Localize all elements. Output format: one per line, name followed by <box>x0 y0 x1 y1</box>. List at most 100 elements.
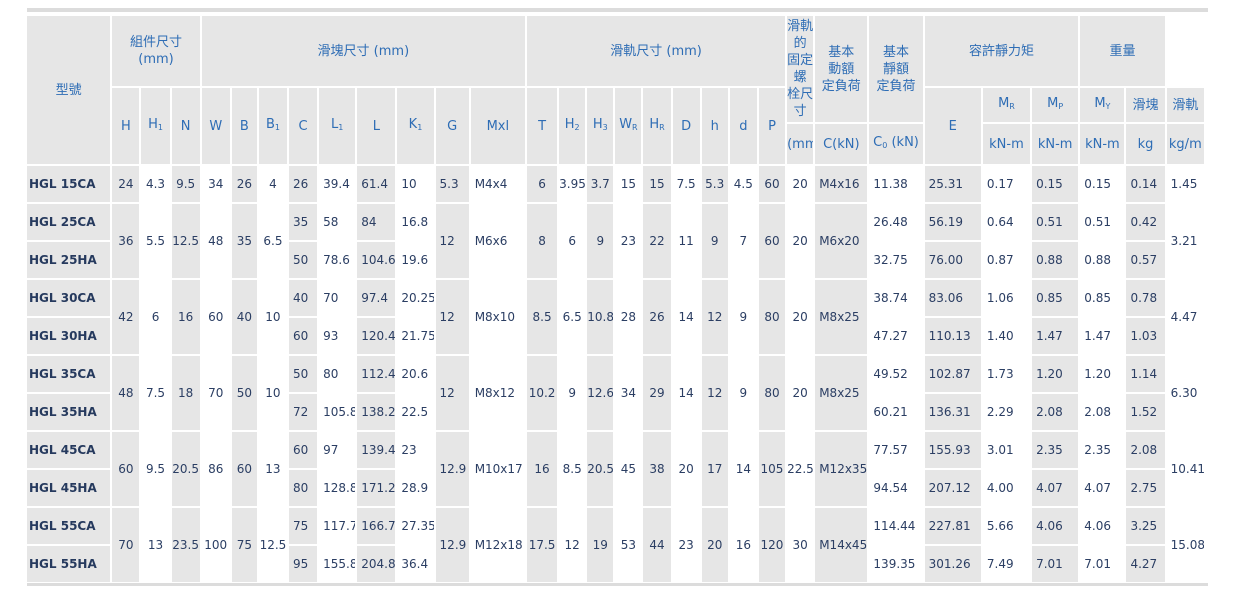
cell-h: 9 <box>701 204 728 278</box>
cell-mp: 1.47 <box>1032 318 1079 354</box>
col-h: h <box>701 88 728 164</box>
cell-mr: 0.87 <box>982 242 1031 278</box>
cell-b1: 4 <box>258 166 287 202</box>
col-N: N <box>171 88 200 164</box>
cell-h1: 6 <box>141 280 170 354</box>
cell-h3: 19 <box>587 508 614 582</box>
cell-ck: 114.44 <box>869 508 923 544</box>
cell-e: 20 <box>787 280 814 354</box>
cell-bolt: M8x25 <box>815 280 868 354</box>
cell-d: 4.5 <box>729 166 757 202</box>
cell-m: M12x18 <box>470 508 525 582</box>
cell-p: 60 <box>758 204 786 278</box>
cell-bolt: M12x35 <box>815 432 868 506</box>
cell-wr: 53 <box>615 508 642 582</box>
col-P: P <box>758 88 786 164</box>
cell-h: 20 <box>701 508 728 582</box>
cell-n: 20.5 <box>171 432 200 506</box>
cell-h: 24 <box>112 166 140 202</box>
model-header: 型號 <box>27 16 111 164</box>
col-d: d <box>729 88 757 164</box>
cell-t: 17.5 <box>527 508 558 582</box>
cell-k1: 36.4 <box>397 546 434 582</box>
cell-d: 9 <box>729 356 757 430</box>
cell-wr: 6.30 <box>1166 356 1204 430</box>
cell-my: 0.51 <box>1080 204 1125 240</box>
cell-model: HGL 45CA <box>27 432 111 468</box>
cell-model: HGL 30HA <box>27 318 111 354</box>
cell-mp: 4.06 <box>1032 508 1079 544</box>
cell-h3: 9 <box>587 204 614 278</box>
col-C: C <box>289 88 318 164</box>
cell-b1: 12.5 <box>258 508 287 582</box>
cell-h: 12 <box>701 356 728 430</box>
cell-h: 12 <box>701 280 728 354</box>
cell-wb: 0.57 <box>1126 242 1165 278</box>
cell-t: 8.5 <box>527 280 558 354</box>
cell-n: 23.5 <box>171 508 200 582</box>
cell-h2: 6.5 <box>559 280 586 354</box>
cell-k1: 28.9 <box>397 470 434 506</box>
cell-l1: 93 <box>319 318 356 354</box>
cell-c: 26 <box>289 166 318 202</box>
col-C0-kN: C0 (kN) <box>869 124 923 164</box>
cell-k1: 20.25 <box>397 280 434 316</box>
cell-mr: 2.29 <box>982 394 1031 430</box>
cell-h1: 5.5 <box>141 204 170 278</box>
cell-w: 34 <box>201 166 230 202</box>
cell-e: 20 <box>787 356 814 430</box>
cell-w: 48 <box>201 204 230 278</box>
col-MR: MR <box>982 88 1031 122</box>
cell-c0: 102.87 <box>924 356 981 392</box>
cell-m: M8x12 <box>470 356 525 430</box>
cell-d: 11 <box>672 204 700 278</box>
cell-mr: 1.73 <box>982 356 1031 392</box>
cell-c0: 110.13 <box>924 318 981 354</box>
cell-w: 86 <box>201 432 230 506</box>
cell-b1: 10 <box>258 280 287 354</box>
cell-p: 120 <box>758 508 786 582</box>
cell-l: 139.4 <box>357 432 396 468</box>
cell-mr: 5.66 <box>982 508 1031 544</box>
cell-my: 7.01 <box>1080 546 1125 582</box>
col-bolt-unit: (mm) <box>787 124 814 164</box>
cell-c0: 136.31 <box>924 394 981 430</box>
cell-l: 166.7 <box>357 508 396 544</box>
cell-h2: 9 <box>559 356 586 430</box>
unit-block-weight: kg <box>1126 124 1165 164</box>
cell-model: HGL 30CA <box>27 280 111 316</box>
cell-l1: 39.4 <box>319 166 356 202</box>
unit-MP: kN-m <box>1032 124 1079 164</box>
cell-g: 12.9 <box>435 508 469 582</box>
cell-d: 16 <box>729 508 757 582</box>
cell-d: 14 <box>729 432 757 506</box>
cell-my: 0.88 <box>1080 242 1125 278</box>
cell-p: 60 <box>758 166 786 202</box>
col-L: L <box>357 88 396 164</box>
cell-n: 12.5 <box>171 204 200 278</box>
cell-bolt: M6x20 <box>815 204 868 278</box>
cell-wr: 28 <box>615 280 642 354</box>
cell-c0: 301.26 <box>924 546 981 582</box>
cell-n: 9.5 <box>171 166 200 202</box>
cell-wr: 15 <box>615 166 642 202</box>
cell-wr: 23 <box>615 204 642 278</box>
cell-c: 75 <box>289 508 318 544</box>
cell-e: 20 <box>787 204 814 278</box>
cell-l1: 105.8 <box>319 394 356 430</box>
rail-header: 滑軌尺寸 (mm) <box>527 16 786 86</box>
table-row: HGL 35CA 48 7.5 18 70 50 10 50 80 112.4 20.6 12 M8x1… <box>27 356 1204 430</box>
static-load-header: 基本 靜額 定負荷 <box>869 16 923 122</box>
cell-m: M10x17 <box>470 432 525 506</box>
cell-k1: 27.35 <box>397 508 434 544</box>
cell-ck: 11.38 <box>869 166 923 202</box>
cell-model: HGL 15CA <box>27 166 111 202</box>
cell-h: 48 <box>112 356 140 430</box>
unit-MY: kN-m <box>1080 124 1125 164</box>
cell-h: 70 <box>112 508 140 582</box>
cell-l1: 58 <box>319 204 356 240</box>
cell-l1: 117.7 <box>319 508 356 544</box>
cell-w: 70 <box>201 356 230 430</box>
col-Mxl: Mxl <box>470 88 525 164</box>
cell-wr: 45 <box>615 432 642 506</box>
